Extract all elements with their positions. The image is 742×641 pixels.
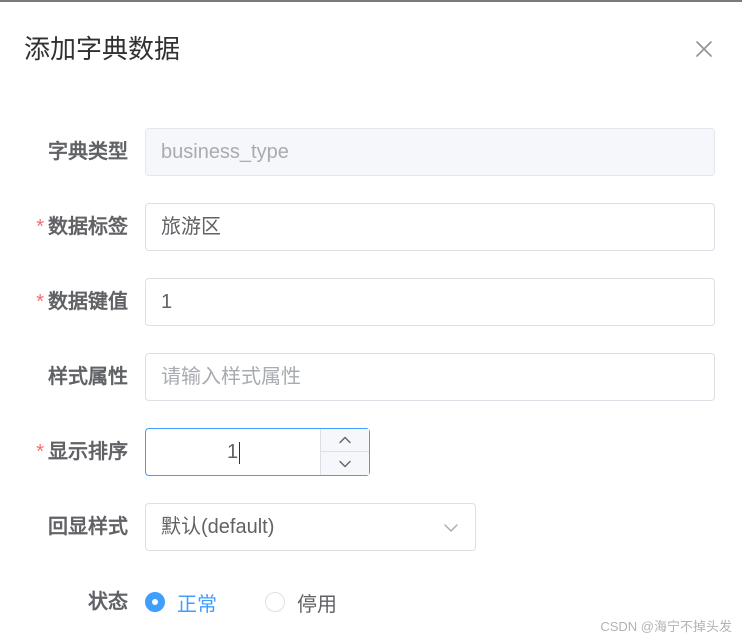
required-mark: * — [36, 216, 44, 238]
radio-checked-icon[interactable] — [145, 592, 165, 612]
chevron-down-icon — [444, 524, 458, 532]
close-button[interactable] — [692, 37, 716, 61]
chevron-up-icon — [339, 436, 351, 444]
dict-label-label: * 数据标签 — [36, 216, 128, 238]
css-class-label: 样式属性 — [48, 366, 128, 388]
text-caret — [239, 441, 241, 464]
form-row-dict-label: * 数据标签 旅游区 — [0, 203, 742, 251]
required-mark: * — [36, 441, 44, 463]
sort-label: * 显示排序 — [36, 441, 128, 463]
status-label: 状态 — [88, 591, 128, 613]
radio-label[interactable]: 停用 — [297, 588, 337, 617]
form-row-sort: * 显示排序 1 — [0, 428, 742, 476]
dialog-title: 添加字典数据 — [24, 34, 181, 64]
stepper-controls — [320, 429, 369, 475]
sort-value[interactable]: 1 — [146, 429, 321, 475]
list-class-select[interactable]: 默认(default) — [145, 503, 476, 551]
dict-type-input: business_type — [145, 128, 715, 176]
form-row-dict-type: 字典类型 business_type — [0, 128, 742, 176]
list-class-label: 回显样式 — [48, 516, 128, 538]
status-radio-group: 正常 停用 — [145, 578, 385, 626]
status-radio-normal[interactable]: 正常 — [145, 588, 217, 617]
watermark: CSDN @海宁不掉头发 — [600, 619, 732, 634]
dialog-top-border — [0, 0, 742, 2]
dict-type-label: 字典类型 — [48, 141, 128, 163]
decrease-button[interactable] — [321, 452, 369, 475]
form-row-list-class: 回显样式 默认(default) — [0, 503, 742, 551]
dict-value-input[interactable]: 1 — [145, 278, 715, 326]
css-class-input[interactable]: 请输入样式属性 — [145, 353, 715, 401]
form-row-dict-value: * 数据键值 1 — [0, 278, 742, 326]
increase-button[interactable] — [321, 429, 369, 452]
dict-value-label: * 数据键值 — [36, 291, 128, 313]
sort-number-input[interactable]: 1 — [145, 428, 370, 476]
close-icon — [696, 41, 712, 57]
chevron-down-icon — [339, 460, 351, 467]
dict-label-input[interactable]: 旅游区 — [145, 203, 715, 251]
form-row-css-class: 样式属性 请输入样式属性 — [0, 353, 742, 401]
radio-unchecked-icon[interactable] — [265, 592, 285, 612]
radio-label[interactable]: 正常 — [177, 588, 217, 617]
status-radio-disabled[interactable]: 停用 — [265, 588, 337, 617]
required-mark: * — [36, 291, 44, 313]
